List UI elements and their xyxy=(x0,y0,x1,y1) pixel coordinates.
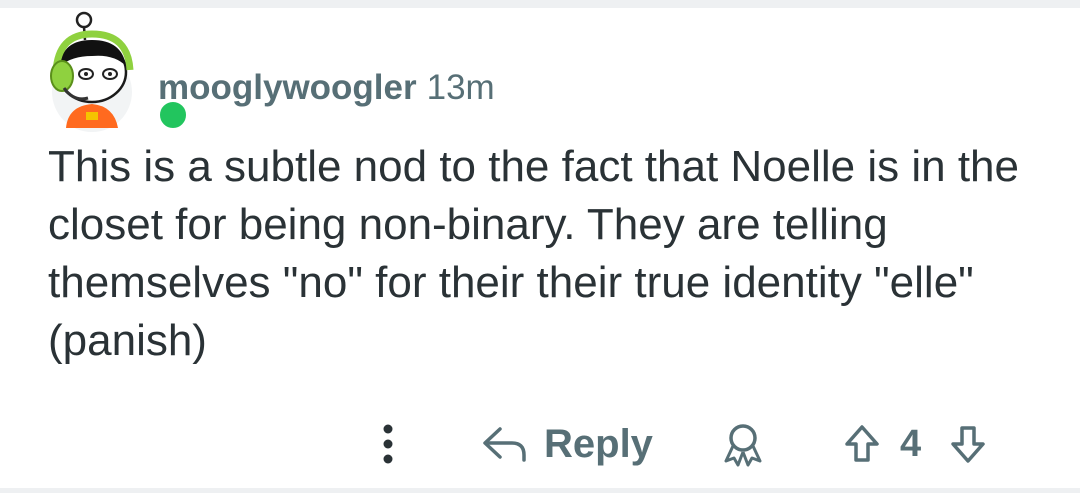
reply-arrow-icon xyxy=(483,427,526,462)
bottom-divider xyxy=(0,488,1080,493)
more-options-button[interactable] xyxy=(368,408,408,480)
award-button[interactable] xyxy=(715,408,771,480)
top-divider xyxy=(0,0,1080,8)
vertical-ellipsis-icon xyxy=(383,424,393,464)
upvote-icon xyxy=(845,425,879,462)
vote-count: 4 xyxy=(900,422,922,465)
comment: mooglywoogler 13m This is a subtle nod t… xyxy=(0,8,1080,488)
username[interactable]: mooglywoogler xyxy=(158,68,417,108)
reply-label: Reply xyxy=(544,421,653,466)
reply-button[interactable]: Reply xyxy=(480,408,653,480)
avatar-icon xyxy=(50,11,134,132)
comment-body: This is a subtle nod to the fact that No… xyxy=(48,142,1019,365)
comment-actions: Reply 4 xyxy=(360,408,1060,480)
upvote-button[interactable] xyxy=(840,408,884,480)
award-icon xyxy=(724,424,762,467)
user-avatar[interactable] xyxy=(48,10,190,136)
downvote-icon xyxy=(951,426,985,463)
downvote-button[interactable] xyxy=(946,408,990,480)
comment-meta: mooglywoogler 13m xyxy=(158,68,495,108)
timestamp: 13m xyxy=(426,68,495,107)
